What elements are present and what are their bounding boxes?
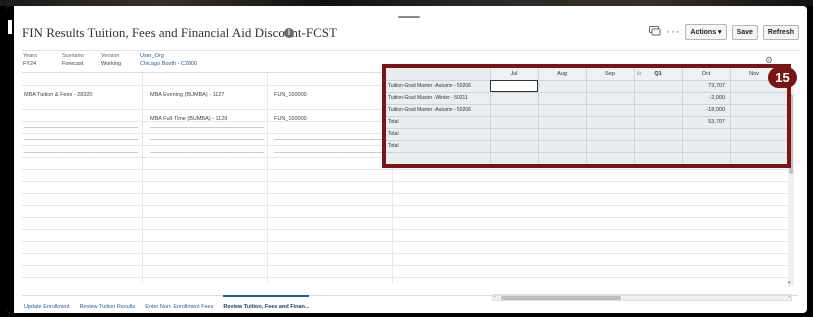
detail-row-line — [386, 80, 787, 81]
grid-column-divider — [267, 73, 268, 283]
grid-row-line — [22, 193, 788, 194]
chat-icon[interactable] — [649, 25, 661, 39]
grid-row-line — [22, 277, 788, 278]
pov-years[interactable]: Years FY24 — [23, 52, 37, 68]
refresh-button[interactable]: Refresh — [762, 24, 799, 40]
pov-version-label: Version — [101, 53, 120, 59]
row-fund-cell[interactable]: FUN_100000 — [274, 92, 307, 98]
detail-grid: Jul Aug Sep Q1 ⊟ Oct Nov Tuition-Grad Ma… — [386, 68, 787, 164]
edge-marker — [8, 20, 12, 34]
callout-number-badge: 15 — [768, 67, 797, 88]
tab-update-enrollment[interactable]: Update Enrollment — [24, 296, 70, 313]
tab-enter-non-enrollment-fees[interactable]: Enter Non- Enrollment Fees — [145, 296, 213, 313]
detail-row-line — [386, 140, 787, 141]
drag-handle[interactable] — [398, 16, 420, 18]
detail-row-line — [386, 104, 787, 105]
grid-row-line — [22, 205, 788, 206]
pov-version-value: Working — [101, 61, 122, 67]
pov-user-org-value: Chicago Booth - C2800 — [140, 61, 198, 67]
actions-button[interactable]: Actions ▾ — [685, 24, 727, 40]
pov-years-label: Years — [23, 53, 37, 59]
grid-row-line — [22, 169, 788, 170]
tab-review-tuition-results[interactable]: Review Tuition Results — [80, 296, 136, 313]
oct-value-cell[interactable]: -18,000 — [685, 107, 725, 113]
detail-row-line — [386, 128, 787, 129]
detail-row-label: Tuition-Grad Master -Winter - 50211 — [388, 95, 468, 101]
detail-row-label: Total — [388, 119, 399, 125]
pov-user-org[interactable]: User_Org Chicago Booth - C2800 — [140, 52, 197, 68]
highlight-callout-box: Jul Aug Sep Q1 ⊟ Oct Nov Tuition-Grad Ma… — [382, 64, 791, 168]
grid-row-line — [22, 253, 788, 254]
collapse-icon[interactable]: ⊟ — [637, 71, 641, 77]
row-dash-separator: ----------------------------------------… — [150, 150, 264, 156]
row-fund-cell[interactable]: FUN_100000 — [274, 116, 307, 122]
row-dash-separator: ----------------------------------------… — [24, 150, 138, 156]
detail-row-line — [386, 116, 787, 117]
grid-row-line — [22, 229, 788, 230]
header-divider — [22, 50, 800, 51]
row-dash-separator: ----------------------------------------… — [274, 137, 388, 143]
pov-years-value: FY24 — [23, 61, 37, 67]
tab-review-tuition-fees[interactable]: Review Tuition, Fees and Finan... — [223, 295, 310, 313]
more-options-icon[interactable]: ··· — [666, 26, 680, 38]
detail-row-label: Total — [388, 131, 399, 137]
oct-value-cell[interactable]: 53,707 — [685, 119, 725, 125]
row-dash-separator: ----------------------------------------… — [150, 125, 264, 131]
detail-row-label: Total — [388, 143, 399, 149]
grid-row-line — [22, 265, 788, 266]
row-dash-separator: ----------------------------------------… — [274, 150, 388, 156]
pov-user-org-label: User_Org — [140, 53, 164, 59]
left-edge-bar — [6, 6, 14, 313]
grid-row-line — [22, 241, 788, 242]
grid-column-divider — [142, 73, 143, 283]
selected-cell-jul[interactable] — [490, 80, 538, 92]
row-dash-separator: ----------------------------------------… — [24, 125, 138, 131]
scroll-down-icon[interactable]: ▾ — [788, 280, 791, 286]
pov-scenario-value: Forecast — [62, 61, 84, 67]
row-class-cell[interactable]: MBA Full-Time (BUMBA) - 1129 — [150, 116, 227, 122]
form-tabs: Update Enrollment Review Tuition Results… — [22, 295, 798, 313]
detail-row-line — [386, 152, 787, 153]
detail-row-label: Tuition-Grad Master -Autumn - 50206 — [388, 107, 471, 113]
grid-row-line — [22, 217, 788, 218]
row-program-cell[interactable]: MBA Tuition & Fees - 28320 — [24, 92, 92, 98]
row-dash-separator: ----------------------------------------… — [150, 137, 264, 143]
save-button[interactable]: Save — [731, 24, 758, 40]
row-class-cell[interactable]: MBA Evening (BUMBA) - 1127 — [150, 92, 224, 98]
oct-value-cell[interactable]: 73,707 — [685, 83, 725, 89]
grid-row-line — [22, 181, 788, 182]
info-icon[interactable]: i — [284, 28, 294, 38]
detail-row-line — [386, 92, 787, 93]
pov-version[interactable]: Version Working — [101, 52, 121, 68]
app-window: FIN Results Tuition, Fees and Financial … — [6, 6, 807, 313]
toolbar: ··· Actions ▾ Save Refresh — [649, 24, 799, 40]
row-dash-separator: ----------------------------------------… — [24, 137, 138, 143]
pov-scenario[interactable]: Scenario Forecast — [62, 52, 84, 68]
pov-scenario-label: Scenario — [62, 53, 84, 59]
oct-value-cell[interactable]: -2,000 — [685, 95, 725, 101]
detail-row-label: Tuition-Grad Master -Autumn - 50206 — [388, 83, 471, 89]
